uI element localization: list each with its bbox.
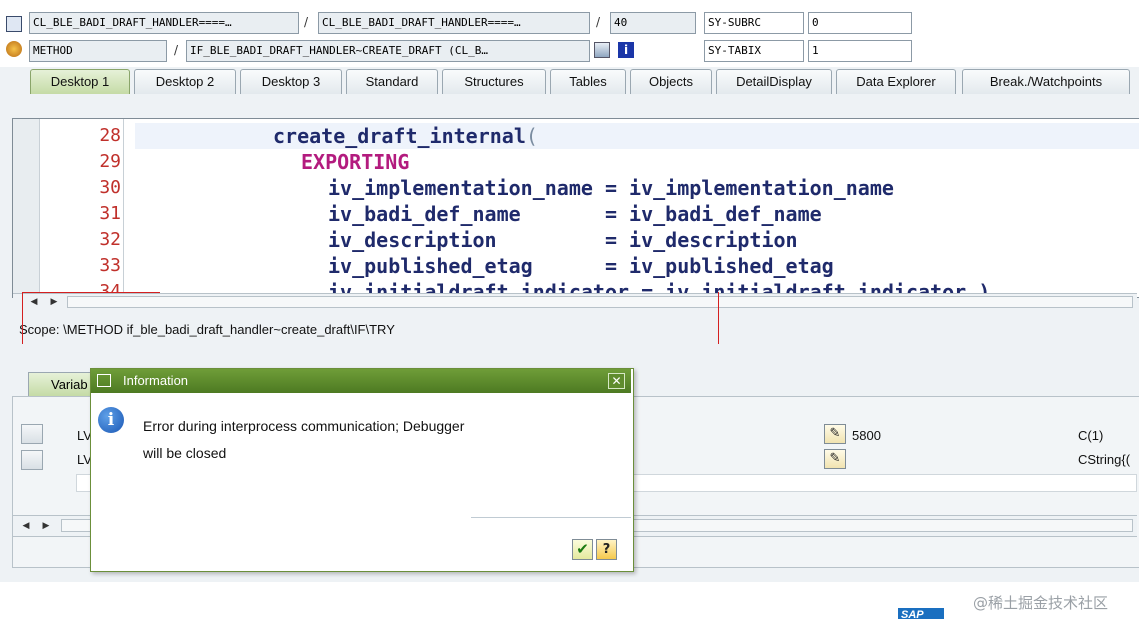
tab-structures[interactable]: Structures (442, 69, 546, 94)
line-number: 28 (99, 125, 121, 146)
variable-type: C(1) (1078, 428, 1104, 443)
sy-tabix-value[interactable]: 1 (808, 40, 912, 62)
sy-subrc-label: SY-SUBRC (704, 12, 804, 34)
code-line[interactable]: iv_implementation_name = iv_implementati… (135, 175, 1139, 201)
tab-data-explorer[interactable]: Data Explorer (836, 69, 956, 94)
scroll-right-icon[interactable]: ▶ (39, 519, 53, 533)
red-marker (718, 292, 719, 344)
line-number: 33 (99, 255, 121, 276)
variable-type: CString{( (1078, 452, 1131, 467)
sap-logo: SAP (898, 608, 944, 619)
edit-value-button[interactable]: ✎ (824, 449, 846, 469)
scroll-left-icon[interactable]: ◀ (19, 519, 33, 533)
information-icon: i (98, 407, 124, 433)
tab-objects[interactable]: Objects (630, 69, 712, 94)
close-icon[interactable]: ✕ (608, 373, 625, 389)
tab-tables[interactable]: Tables (550, 69, 626, 94)
gutter-divider (123, 119, 124, 297)
path-separator: / (304, 15, 309, 29)
code-line-current[interactable]: create_draft_internal( (135, 123, 1139, 149)
path-separator: / (174, 43, 179, 57)
code-line[interactable]: iv_badi_def_name = iv_badi_def_name (135, 201, 1139, 227)
breakpoint-gutter[interactable] (13, 119, 40, 297)
row-select-button[interactable] (21, 424, 43, 444)
code-text: iv_badi_def_name = iv_badi_def_name (328, 202, 822, 226)
program-field[interactable]: CL_BLE_BADI_DRAFT_HANDLER====… (29, 12, 299, 34)
dialog-message-line: Error during interprocess communication;… (143, 418, 465, 434)
navigate-icon[interactable] (594, 42, 610, 58)
line-number: 30 (99, 177, 121, 198)
tab-desktop-3[interactable]: Desktop 3 (240, 69, 342, 94)
include-field[interactable]: CL_BLE_BADI_DRAFT_HANDLER====… (318, 12, 590, 34)
source-code-editor[interactable]: 28 29 30 31 32 33 34 create_draft_intern… (12, 118, 1139, 298)
information-dialog: Information ✕ i Error during interproces… (90, 368, 634, 572)
editor-horizontal-scrollbar[interactable]: ◀ ▶ (13, 293, 1137, 311)
code-text: iv_published_etag = iv_published_etag (328, 254, 834, 278)
event-name-field[interactable]: IF_BLE_BADI_DRAFT_HANDLER~CREATE_DRAFT (… (186, 40, 590, 62)
code-paren: ( (525, 124, 538, 148)
scroll-left-icon[interactable]: ◀ (27, 295, 41, 309)
code-text: iv_implementation_name = iv_implementati… (328, 176, 894, 200)
scroll-right-icon[interactable]: ▶ (47, 295, 61, 309)
scope-text: Scope: \METHOD if_ble_badi_draft_handler… (19, 322, 395, 337)
dialog-window-icon (97, 374, 111, 387)
line-number: 32 (99, 229, 121, 250)
edit-value-button[interactable]: ✎ (824, 424, 846, 444)
code-keyword: EXPORTING (301, 150, 410, 174)
tab-standard[interactable]: Standard (346, 69, 438, 94)
dialog-message: Error during interprocess communication;… (143, 413, 523, 467)
code-text: iv_description = iv_description (328, 228, 798, 252)
code-line[interactable]: EXPORTING (135, 149, 1139, 175)
line-number-field[interactable]: 40 (610, 12, 696, 34)
dialog-message-line: will be closed (143, 445, 227, 461)
watermark-text: @稀土掘金技术社区 (973, 594, 1109, 612)
info-icon[interactable]: i (618, 42, 634, 58)
tab-detaildisplay[interactable]: DetailDisplay (716, 69, 832, 94)
sy-subrc-value[interactable]: 0 (808, 12, 912, 34)
event-type-field[interactable]: METHOD (29, 40, 167, 62)
line-number: 29 (99, 151, 121, 172)
code-text: create_draft_internal (273, 124, 526, 148)
red-marker (22, 292, 160, 293)
dialog-title: Information (123, 373, 189, 388)
tab-break-watchpoints[interactable]: Break./Watchpoints (962, 69, 1130, 94)
variable-value[interactable]: 5800 (852, 428, 881, 443)
code-line[interactable]: iv_description = iv_description (135, 227, 1139, 253)
dialog-footer-divider (471, 517, 631, 518)
program-icon (6, 16, 22, 32)
row-select-button[interactable] (21, 450, 43, 470)
red-marker (22, 292, 23, 344)
path-separator: / (596, 15, 601, 29)
line-number: 31 (99, 203, 121, 224)
desktop-tabbar: Desktop 1 Desktop 2 Desktop 3 Standard S… (0, 67, 1139, 96)
tab-desktop-2[interactable]: Desktop 2 (134, 69, 236, 94)
scrollbar-track[interactable] (67, 296, 1133, 308)
method-icon (6, 41, 22, 57)
confirm-check-button[interactable]: ✔ (572, 539, 593, 560)
code-line[interactable]: iv_published_etag = iv_published_etag (135, 253, 1139, 279)
dialog-titlebar[interactable]: Information ✕ (91, 369, 631, 393)
help-button[interactable]: ? (596, 539, 617, 560)
tab-desktop-1[interactable]: Desktop 1 (30, 69, 130, 94)
sy-tabix-label: SY-TABIX (704, 40, 804, 62)
